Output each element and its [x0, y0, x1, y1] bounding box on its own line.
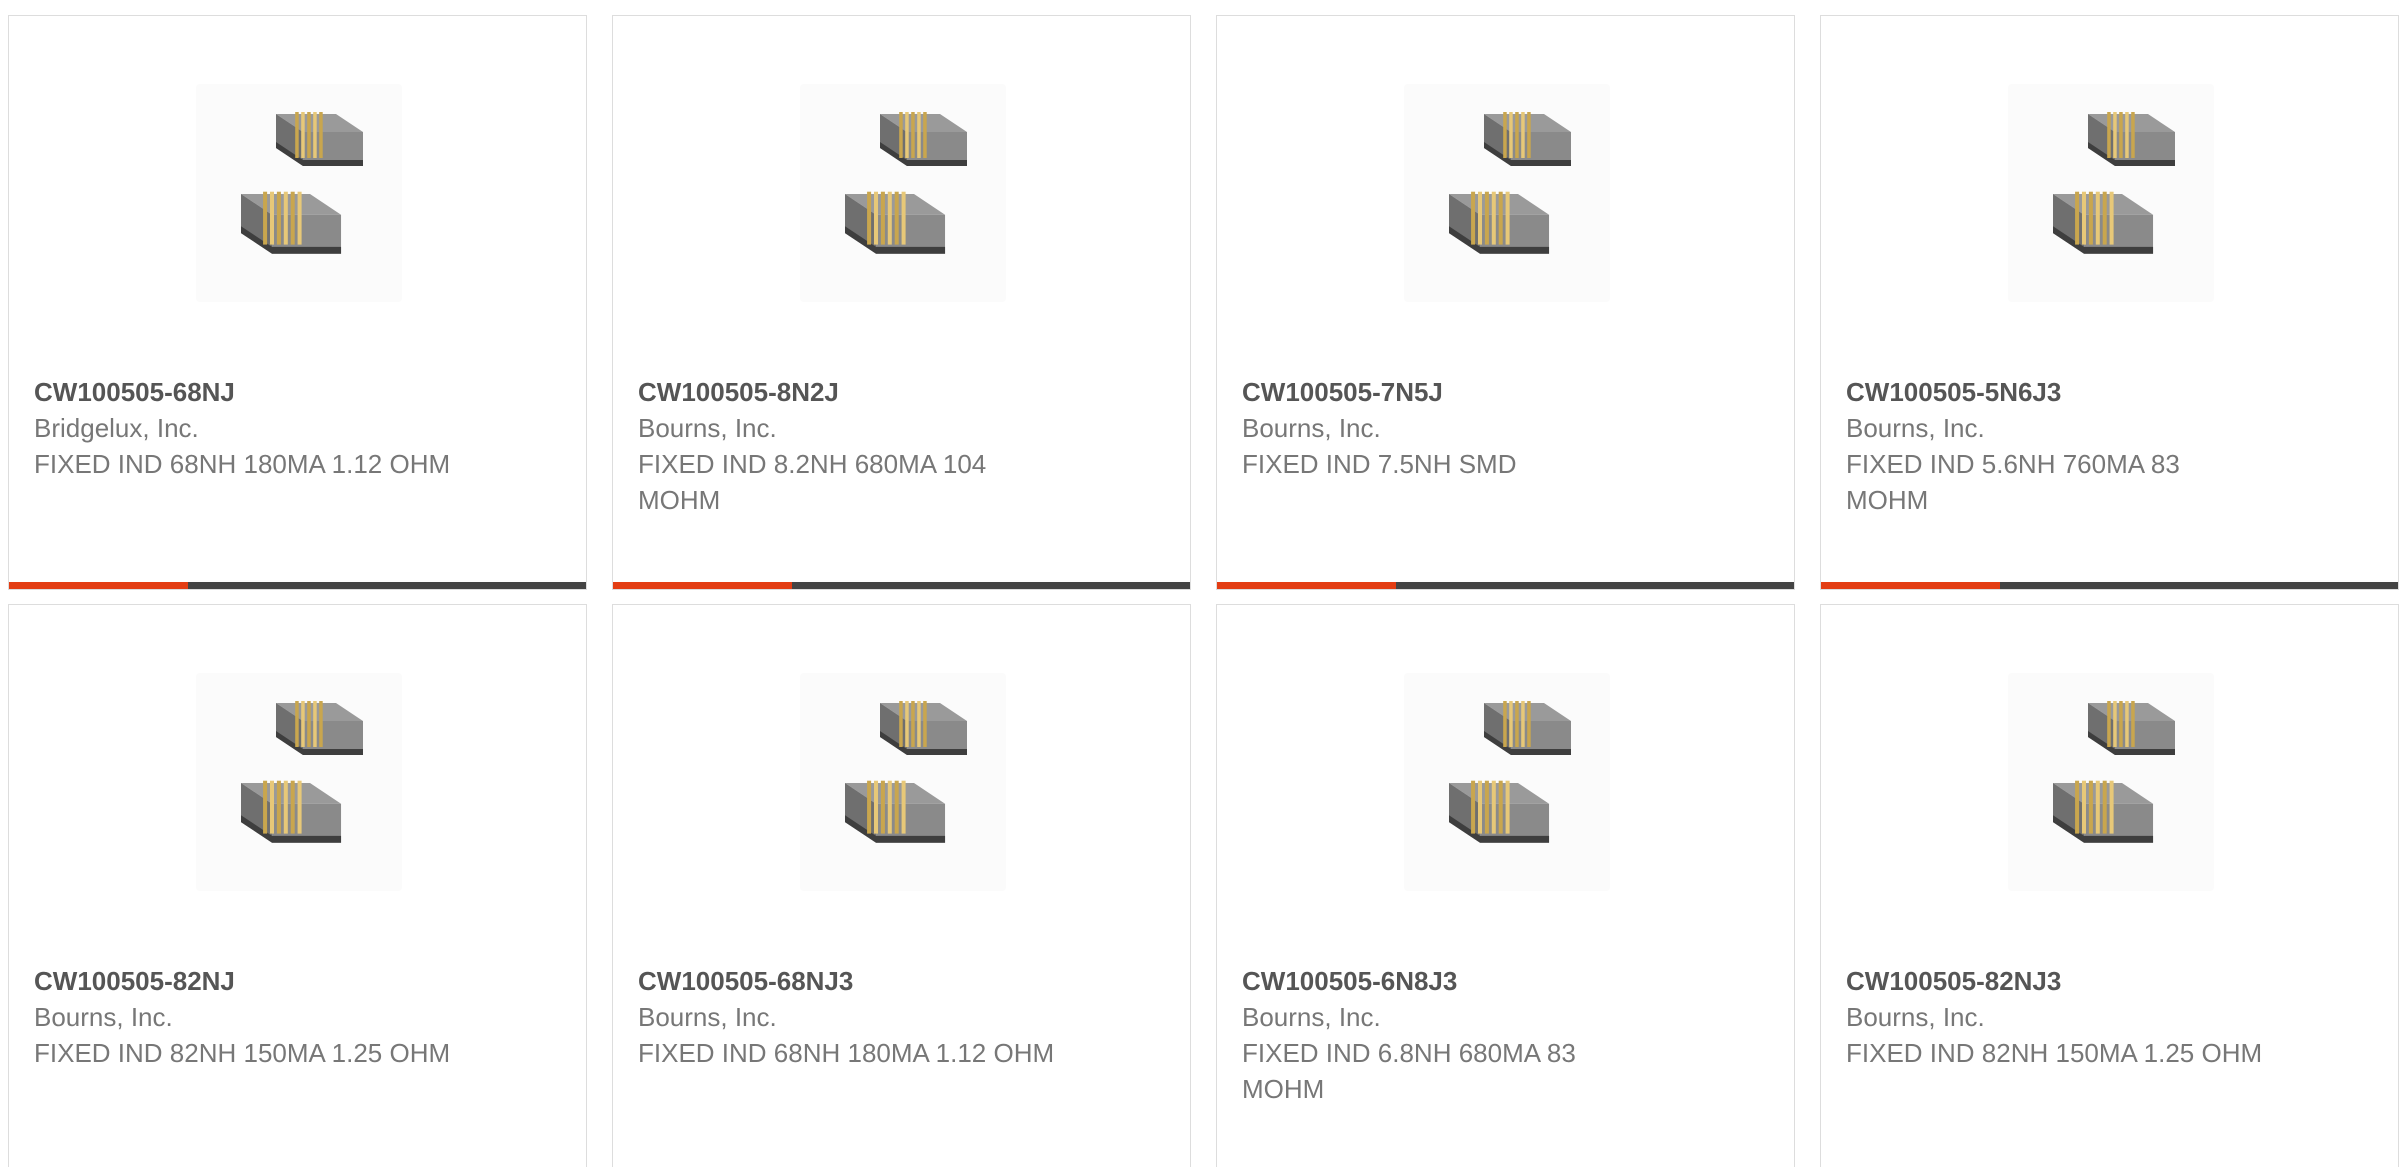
inductor-image — [196, 673, 402, 891]
description: FIXED IND 5.6NH 760MA 83 MOHM — [1846, 449, 2180, 515]
product-card[interactable]: CW100505-68NJ Bridgelux, Inc. FIXED IND … — [8, 15, 587, 590]
card-progress-fill — [1821, 582, 2000, 589]
product-info: CW100505-6N8J3 Bourns, Inc. FIXED IND 6.… — [1242, 963, 1774, 1107]
product-card[interactable]: CW100505-5N6J3 Bourns, Inc. FIXED IND 5.… — [1820, 15, 2399, 590]
manufacturer: Bourns, Inc. — [638, 413, 777, 443]
inductor-image — [1404, 673, 1610, 891]
description: FIXED IND 7.5NH SMD — [1242, 449, 1517, 479]
card-progress-fill — [613, 582, 792, 589]
product-info: CW100505-82NJ Bourns, Inc. FIXED IND 82N… — [34, 963, 566, 1071]
manufacturer: Bourns, Inc. — [1846, 1002, 1985, 1032]
product-card[interactable]: CW100505-8N2J Bourns, Inc. FIXED IND 8.2… — [612, 15, 1191, 590]
product-card[interactable]: CW100505-68NJ3 Bourns, Inc. FIXED IND 68… — [612, 604, 1191, 1167]
part-number[interactable]: CW100505-68NJ — [34, 374, 566, 410]
description: FIXED IND 68NH 180MA 1.12 OHM — [34, 449, 451, 479]
inductor-image — [2008, 84, 2214, 302]
product-info: CW100505-8N2J Bourns, Inc. FIXED IND 8.2… — [638, 374, 1170, 518]
product-info: CW100505-7N5J Bourns, Inc. FIXED IND 7.5… — [1242, 374, 1774, 482]
description: FIXED IND 6.8NH 680MA 83 MOHM — [1242, 1038, 1576, 1104]
part-number[interactable]: CW100505-68NJ3 — [638, 963, 1170, 999]
description: FIXED IND 82NH 150MA 1.25 OHM — [1846, 1038, 2263, 1068]
card-progress-bar — [613, 582, 1190, 589]
inductor-image — [196, 84, 402, 302]
product-info: CW100505-5N6J3 Bourns, Inc. FIXED IND 5.… — [1846, 374, 2378, 518]
product-card[interactable]: CW100505-6N8J3 Bourns, Inc. FIXED IND 6.… — [1216, 604, 1795, 1167]
inductor-image — [800, 84, 1006, 302]
description: FIXED IND 68NH 180MA 1.12 OHM — [638, 1038, 1055, 1068]
card-progress-bar — [9, 582, 586, 589]
card-progress-fill — [9, 582, 188, 589]
card-progress-bar — [1217, 582, 1794, 589]
description: FIXED IND 82NH 150MA 1.25 OHM — [34, 1038, 451, 1068]
part-number[interactable]: CW100505-6N8J3 — [1242, 963, 1774, 999]
product-info: CW100505-68NJ Bridgelux, Inc. FIXED IND … — [34, 374, 566, 482]
product-card[interactable]: CW100505-82NJ3 Bourns, Inc. FIXED IND 82… — [1820, 604, 2399, 1167]
part-number[interactable]: CW100505-7N5J — [1242, 374, 1774, 410]
inductor-image — [1404, 84, 1610, 302]
product-card[interactable]: CW100505-82NJ Bourns, Inc. FIXED IND 82N… — [8, 604, 587, 1167]
product-grid: CW100505-68NJ Bridgelux, Inc. FIXED IND … — [0, 0, 2400, 1167]
description: FIXED IND 8.2NH 680MA 104 MOHM — [638, 449, 987, 515]
manufacturer: Bridgelux, Inc. — [34, 413, 199, 443]
card-progress-fill — [1217, 582, 1396, 589]
manufacturer: Bourns, Inc. — [34, 1002, 173, 1032]
manufacturer: Bourns, Inc. — [1242, 413, 1381, 443]
product-card[interactable]: CW100505-7N5J Bourns, Inc. FIXED IND 7.5… — [1216, 15, 1795, 590]
part-number[interactable]: CW100505-8N2J — [638, 374, 1170, 410]
part-number[interactable]: CW100505-82NJ — [34, 963, 566, 999]
inductor-image — [2008, 673, 2214, 891]
manufacturer: Bourns, Inc. — [1242, 1002, 1381, 1032]
card-progress-bar — [1821, 582, 2398, 589]
manufacturer: Bourns, Inc. — [638, 1002, 777, 1032]
part-number[interactable]: CW100505-82NJ3 — [1846, 963, 2378, 999]
product-info: CW100505-68NJ3 Bourns, Inc. FIXED IND 68… — [638, 963, 1170, 1071]
manufacturer: Bourns, Inc. — [1846, 413, 1985, 443]
part-number[interactable]: CW100505-5N6J3 — [1846, 374, 2378, 410]
inductor-image — [800, 673, 1006, 891]
product-info: CW100505-82NJ3 Bourns, Inc. FIXED IND 82… — [1846, 963, 2378, 1071]
